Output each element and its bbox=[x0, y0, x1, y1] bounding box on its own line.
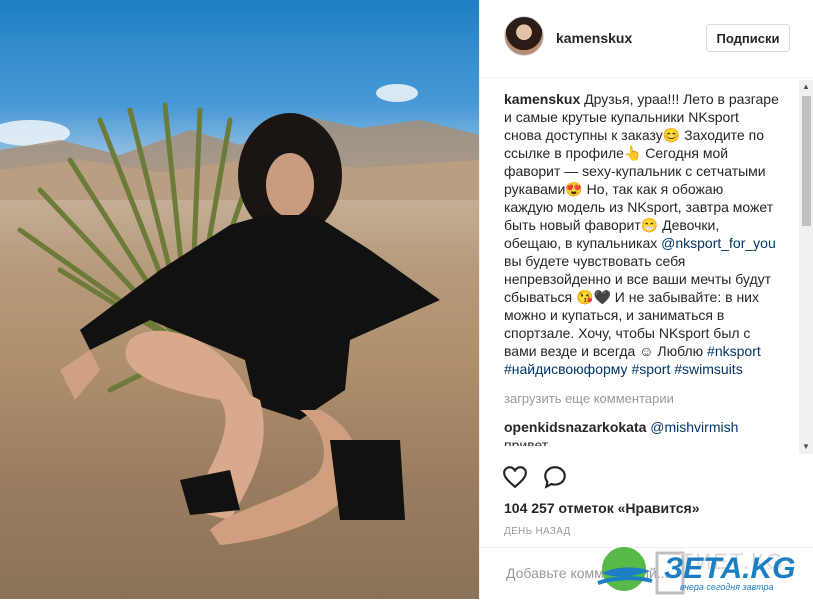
heart-icon[interactable] bbox=[502, 464, 528, 490]
comment-username[interactable]: openkidsnazarkokata bbox=[504, 419, 646, 435]
caption-username[interactable]: kamenskux bbox=[504, 91, 580, 107]
likes-count[interactable]: 104 257 отметок «Нравится» bbox=[504, 500, 700, 516]
post-header: kamenskux Подписки bbox=[480, 0, 813, 78]
caption-line: рукавами😍 Но, так как я обожаю bbox=[504, 181, 724, 197]
scroll-thumb[interactable] bbox=[802, 96, 811, 226]
caption-line: можно и купаться, и заниматься в bbox=[504, 307, 725, 323]
caption-line: сбываться 😘🖤 И не забывайте: в них bbox=[504, 289, 760, 305]
caption-line: обещаю, в купальниках bbox=[504, 235, 662, 251]
caption-line: Друзья, ураа!!! Лето в разгаре bbox=[584, 91, 779, 107]
comment-bubble-icon[interactable] bbox=[542, 464, 568, 490]
scroll-up-arrow-icon[interactable]: ▲ bbox=[802, 82, 810, 92]
caption-line: фаворит — sexy-купальник с сетчатыми bbox=[504, 163, 766, 179]
following-button[interactable]: Подписки bbox=[706, 24, 790, 52]
comments-section: kamenskux Друзья, ураа!!! Лето в разгаре… bbox=[504, 90, 794, 446]
caption-line: снова доступны к заказу😊 Заходите по bbox=[504, 127, 764, 143]
caption-line: и самые крутые купальники NKsport bbox=[504, 109, 739, 125]
caption-line: непревзойденно и все ваши мечты будут bbox=[504, 271, 772, 287]
caption-line: спортзале. Хочу, чтобы NKsport был с bbox=[504, 325, 751, 341]
post-caption: kamenskux Друзья, ураа!!! Лето в разгаре… bbox=[504, 90, 794, 378]
comment-mention[interactable]: @mishvirmish bbox=[650, 419, 738, 435]
scroll-down-arrow-icon[interactable]: ▼ bbox=[802, 442, 810, 452]
mention-link[interactable]: @nksport_for_you bbox=[661, 235, 776, 251]
caption-line: вы будете чувствовать себя bbox=[504, 253, 686, 269]
caption-line: каждую модель из NKsport, завтра может bbox=[504, 199, 774, 215]
hashtag-link[interactable]: #nksport bbox=[707, 343, 761, 359]
avatar[interactable] bbox=[504, 16, 544, 56]
load-more-comments-link[interactable]: загрузить еще комментарии bbox=[504, 390, 794, 408]
comment-item: openkidsnazarkokata @mishvirmish привет bbox=[504, 418, 794, 446]
username[interactable]: kamenskux bbox=[556, 30, 632, 46]
post-photo[interactable] bbox=[0, 0, 479, 599]
post-details-panel: kamenskux Подписки kamenskux Друзья, ура… bbox=[479, 0, 813, 599]
caption-line: быть новый фаворит😁 Девочки, bbox=[504, 217, 720, 233]
post-time: ДЕНЬ НАЗАД bbox=[504, 526, 571, 537]
comments-scrollbar[interactable]: ▲ ▼ bbox=[799, 80, 813, 454]
watermark-tagline: вчера сегодня завтра bbox=[680, 582, 774, 592]
comment-text: привет bbox=[504, 437, 549, 446]
caption-line: ссылке в профиле👆 Сегодня мой bbox=[504, 145, 729, 161]
model-figure bbox=[60, 113, 440, 545]
hashtags-line[interactable]: #найдисвоюформу #sport #swimsuits bbox=[504, 360, 794, 378]
caption-line: вами везде и всегда ☺ Люблю bbox=[504, 343, 708, 359]
watermark-brand: ЗЕТА.KG bbox=[664, 552, 796, 585]
